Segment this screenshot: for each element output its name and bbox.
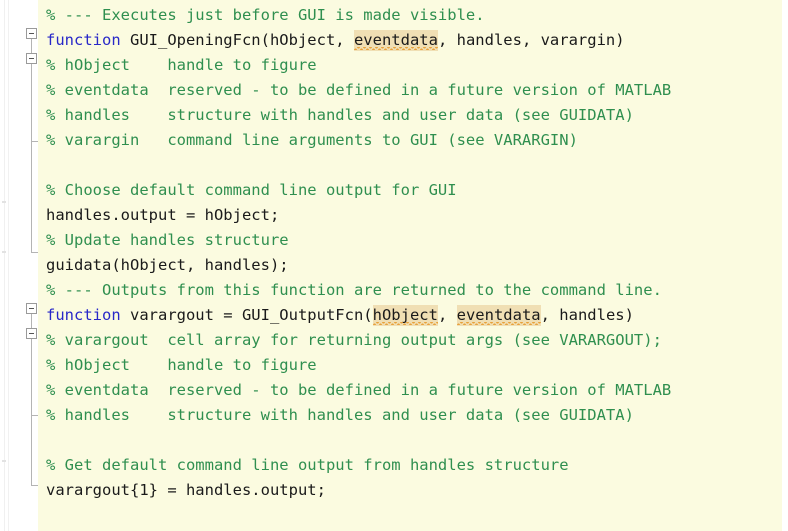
fold-toggle-line-13[interactable] — [26, 303, 37, 314]
code-token: , handles, varargin) — [437, 31, 625, 49]
code-line-11[interactable]: guidata(hObject, handles); — [46, 253, 289, 278]
code-editor[interactable]: % --- Executes just before GUI is made v… — [0, 0, 788, 531]
right-margin — [782, 0, 788, 531]
code-token: % handles structure with handles and use… — [46, 106, 634, 124]
code-line-1[interactable]: % --- Executes just before GUI is made v… — [46, 3, 485, 28]
code-token: guidata(hObject, handles); — [46, 256, 289, 274]
highlighted-token: eventdata — [456, 305, 541, 326]
code-token: % Get default command line output from h… — [46, 456, 569, 474]
code-line-19[interactable]: % Get default command line output from h… — [46, 453, 569, 478]
change-bar-tick — [2, 201, 6, 203]
code-token: % eventdata reserved - to be defined in … — [46, 381, 672, 399]
change-bar-tick — [2, 251, 6, 253]
code-line-2[interactable]: function GUI_OpeningFcn(hObject, eventda… — [46, 28, 625, 53]
code-token: handles.output = hObject; — [46, 206, 280, 224]
code-token: function — [46, 31, 121, 49]
code-token: % --- Outputs from this function are ret… — [46, 281, 662, 299]
code-token: % --- Executes just before GUI is made v… — [46, 6, 485, 24]
code-line-4[interactable]: % eventdata reserved - to be defined in … — [46, 78, 671, 103]
code-line-8[interactable]: % Choose default command line output for… — [46, 178, 457, 203]
fold-region-line — [31, 39, 32, 253]
code-line-12[interactable]: % --- Outputs from this function are ret… — [46, 278, 662, 303]
code-token: % eventdata reserved - to be defined in … — [46, 81, 672, 99]
code-line-10[interactable]: % Update handles structure — [46, 228, 289, 253]
code-line-16[interactable]: % eventdata reserved - to be defined in … — [46, 378, 671, 403]
change-bar-tick — [2, 460, 6, 462]
code-token: varargout = GUI_OutputFcn( — [120, 306, 373, 324]
code-token: % Update handles structure — [46, 231, 289, 249]
fold-toggle-line-2[interactable] — [26, 28, 37, 39]
code-token: % hObject handle to figure — [46, 356, 317, 374]
fold-toggle-line-14[interactable] — [26, 328, 37, 339]
code-token: % hObject handle to figure — [46, 56, 317, 74]
code-line-9[interactable]: handles.output = hObject; — [46, 203, 279, 228]
change-bar-line — [4, 0, 5, 531]
code-token: GUI_OpeningFcn(hObject, — [120, 31, 354, 49]
code-line-6[interactable]: % varargin command line arguments to GUI… — [46, 128, 578, 153]
code-token: function — [46, 306, 121, 324]
highlighted-token: eventdata — [353, 30, 438, 51]
code-line-3[interactable]: % hObject handle to figure — [46, 53, 317, 78]
code-token: % varargin command line arguments to GUI… — [46, 131, 578, 149]
code-token: varargout{1} = handles.output; — [46, 481, 326, 499]
code-token: , — [437, 306, 457, 324]
fold-region-line — [31, 314, 32, 486]
change-bar-strip — [0, 0, 9, 531]
highlighted-token: hObject — [372, 305, 438, 326]
code-token: , handles) — [540, 306, 634, 324]
code-token: % varargout cell array for returning out… — [46, 331, 662, 349]
code-token: % handles structure with handles and use… — [46, 406, 634, 424]
code-line-5[interactable]: % handles structure with handles and use… — [46, 103, 634, 128]
fold-gutter[interactable] — [9, 0, 40, 531]
code-line-13[interactable]: function varargout = GUI_OutputFcn(hObje… — [46, 303, 634, 328]
code-line-20[interactable]: varargout{1} = handles.output; — [46, 478, 326, 503]
fold-toggle-line-3[interactable] — [26, 53, 37, 64]
code-line-14[interactable]: % varargout cell array for returning out… — [46, 328, 662, 353]
code-line-15[interactable]: % hObject handle to figure — [46, 353, 317, 378]
code-token: % Choose default command line output for… — [46, 181, 457, 199]
code-line-17[interactable]: % handles structure with handles and use… — [46, 403, 634, 428]
